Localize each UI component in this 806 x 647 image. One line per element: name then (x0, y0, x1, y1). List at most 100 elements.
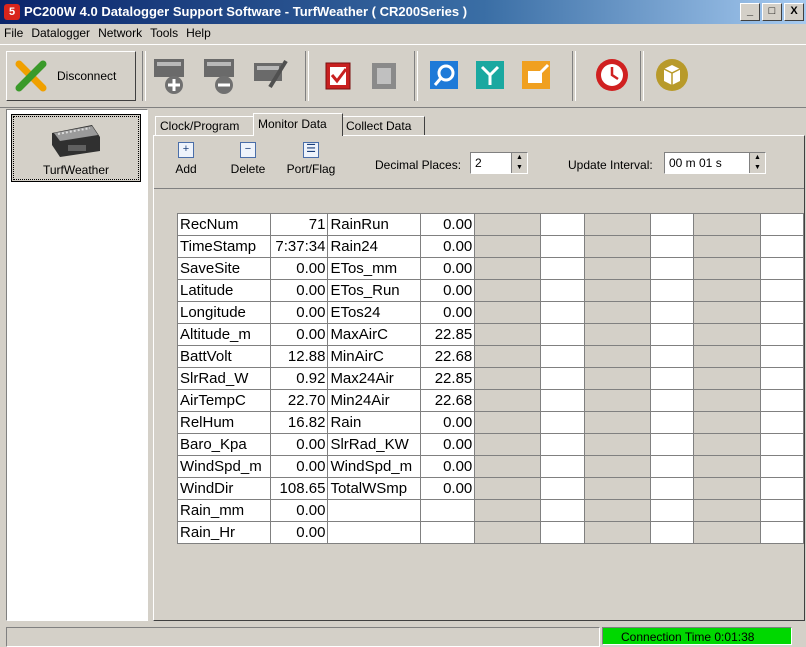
cell-empty[interactable] (583, 477, 651, 500)
cell-empty[interactable] (759, 301, 805, 324)
cell-empty[interactable] (583, 433, 651, 456)
cell-empty[interactable] (759, 411, 805, 434)
cell-empty[interactable] (474, 477, 542, 500)
cell-empty[interactable] (649, 213, 695, 236)
cell-value[interactable]: 0.00 (420, 279, 476, 302)
cell-empty[interactable] (649, 477, 695, 500)
split-view-icon[interactable] (470, 53, 510, 97)
cell-name[interactable]: RainRun (327, 213, 422, 236)
cell-empty[interactable] (649, 499, 695, 522)
cell-name[interactable]: Rain_Hr (177, 521, 271, 544)
station-item-turfweather[interactable]: TurfWeather (11, 114, 141, 182)
cell-empty[interactable] (583, 455, 651, 478)
cell-value[interactable]: 0.00 (420, 455, 476, 478)
decimal-places-spinner[interactable]: 2 ▲ ▼ (470, 152, 528, 174)
cell-empty[interactable] (583, 257, 651, 280)
cell-empty[interactable] (474, 521, 542, 544)
cell-value[interactable]: 0.00 (420, 213, 476, 236)
cell-name[interactable]: Min24Air (327, 389, 422, 412)
cell-empty[interactable] (693, 345, 761, 368)
cell-name[interactable] (327, 499, 422, 522)
cell-value[interactable]: 108.65 (269, 477, 329, 500)
cell-empty[interactable] (649, 301, 695, 324)
cell-empty[interactable] (583, 521, 651, 544)
cell-empty[interactable] (583, 213, 651, 236)
cell-value[interactable]: 22.68 (420, 389, 476, 412)
cell-value[interactable]: 12.88 (269, 345, 329, 368)
cell-empty[interactable] (583, 235, 651, 258)
cell-empty[interactable] (474, 367, 542, 390)
cell-empty[interactable] (540, 433, 585, 456)
cell-name[interactable]: ETos_mm (327, 257, 422, 280)
cell-empty[interactable] (693, 499, 761, 522)
cell-empty[interactable] (759, 257, 805, 280)
cell-empty[interactable] (693, 411, 761, 434)
cell-name[interactable] (327, 521, 422, 544)
cell-name[interactable]: MinAirC (327, 345, 422, 368)
cell-empty[interactable] (540, 367, 585, 390)
cell-empty[interactable] (583, 301, 651, 324)
cell-empty[interactable] (649, 433, 695, 456)
cell-empty[interactable] (693, 213, 761, 236)
cell-name[interactable]: TotalWSmp (327, 477, 422, 500)
port-flag-button[interactable]: ☰ Port/Flag (282, 142, 340, 176)
update-interval-spinner[interactable]: 00 m 01 s ▲ ▼ (664, 152, 766, 174)
cell-name[interactable]: WindDir (177, 477, 271, 500)
tab-monitor-data[interactable]: Monitor Data (253, 113, 343, 136)
cell-name[interactable]: AirTempC (177, 389, 271, 412)
edit-station-icon[interactable] (250, 53, 290, 97)
cell-empty[interactable] (474, 301, 542, 324)
search-icon[interactable] (424, 53, 464, 97)
delete-station-icon[interactable] (200, 53, 240, 97)
cell-empty[interactable] (540, 499, 585, 522)
cell-empty[interactable] (649, 411, 695, 434)
cell-empty[interactable] (540, 521, 585, 544)
add-station-icon[interactable] (150, 53, 190, 97)
cell-name[interactable]: TimeStamp (177, 235, 271, 258)
cell-empty[interactable] (474, 279, 542, 302)
cell-empty[interactable] (474, 499, 542, 522)
cell-empty[interactable] (693, 367, 761, 390)
cell-empty[interactable] (759, 367, 805, 390)
cell-empty[interactable] (649, 367, 695, 390)
cell-empty[interactable] (540, 279, 585, 302)
cell-empty[interactable] (649, 257, 695, 280)
cell-empty[interactable] (759, 213, 805, 236)
cell-empty[interactable] (583, 499, 651, 522)
cell-empty[interactable] (759, 389, 805, 412)
cell-value[interactable]: 0.00 (269, 301, 329, 324)
cell-value[interactable]: 0.00 (269, 499, 329, 522)
tab-clock-program[interactable]: Clock/Program (155, 116, 257, 136)
cell-empty[interactable] (693, 433, 761, 456)
cell-value[interactable]: 0.92 (269, 367, 329, 390)
cell-value[interactable]: 0.00 (420, 301, 476, 324)
cell-empty[interactable] (474, 345, 542, 368)
cell-name[interactable]: MaxAirC (327, 323, 422, 346)
cell-name[interactable]: Latitude (177, 279, 271, 302)
cell-empty[interactable] (583, 389, 651, 412)
cell-value[interactable]: 22.85 (420, 323, 476, 346)
cell-empty[interactable] (649, 279, 695, 302)
cell-empty[interactable] (540, 213, 585, 236)
cell-empty[interactable] (540, 235, 585, 258)
add-button[interactable]: + Add (174, 142, 198, 176)
cell-empty[interactable] (583, 323, 651, 346)
cell-empty[interactable] (540, 455, 585, 478)
cell-name[interactable]: Rain_mm (177, 499, 271, 522)
cell-name[interactable]: ETos24 (327, 301, 422, 324)
menu-help[interactable]: Help (182, 24, 215, 40)
clock-icon[interactable] (592, 53, 632, 97)
menu-network[interactable]: Network (94, 24, 146, 40)
cell-empty[interactable] (540, 411, 585, 434)
cell-empty[interactable] (693, 389, 761, 412)
cell-empty[interactable] (649, 345, 695, 368)
cell-value[interactable]: 22.85 (420, 367, 476, 390)
cell-empty[interactable] (474, 257, 542, 280)
cell-value[interactable]: 0.00 (420, 477, 476, 500)
menu-datalogger[interactable]: Datalogger (27, 24, 94, 40)
cell-empty[interactable] (474, 433, 542, 456)
cell-name[interactable]: Altitude_m (177, 323, 271, 346)
cell-empty[interactable] (649, 455, 695, 478)
cell-name[interactable]: SlrRad_KW (327, 433, 422, 456)
cell-empty[interactable] (474, 323, 542, 346)
